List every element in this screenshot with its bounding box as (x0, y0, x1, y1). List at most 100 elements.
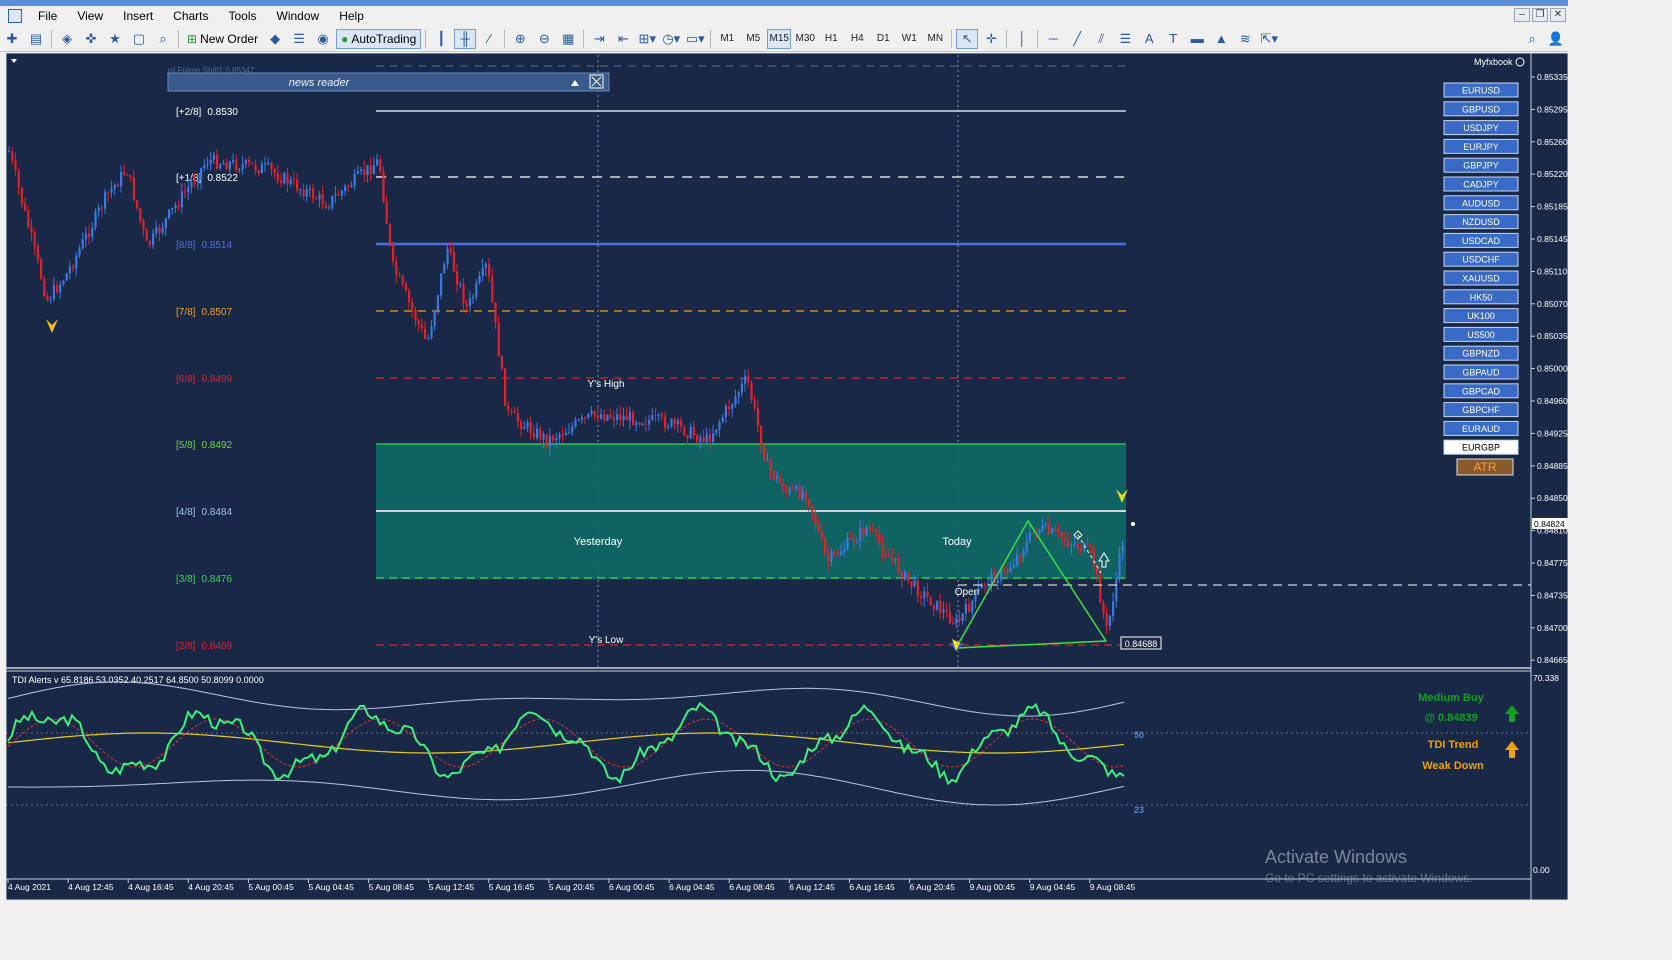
candle-body (811, 505, 814, 514)
candle-body (619, 414, 622, 421)
time-axis-label: 5 Aug 20:45 (549, 882, 595, 892)
candlestick-icon[interactable]: ╫ (454, 28, 477, 49)
vertical-line-icon[interactable]: │ (1011, 29, 1033, 49)
rectangle-icon[interactable]: ▬ (1186, 29, 1208, 49)
candle-body (772, 470, 775, 479)
menu-tools[interactable]: Tools (219, 6, 267, 26)
price-axis-label: 0.85000 (1537, 364, 1568, 374)
market-watch-icon[interactable]: ◈ (56, 29, 78, 49)
candle-body (40, 259, 43, 279)
candle-body (932, 605, 935, 610)
line-chart-icon[interactable]: ∕ (478, 29, 500, 49)
tester-icon[interactable]: ⌕ (152, 29, 174, 49)
menu-insert[interactable]: Insert (113, 6, 163, 26)
candle-body (475, 282, 478, 297)
bar-chart-icon[interactable]: ┃ (430, 29, 452, 49)
tf-m30[interactable]: M30 (793, 29, 817, 49)
candle-body (136, 200, 139, 209)
tf-mn[interactable]: MN (923, 29, 947, 49)
search-icon[interactable]: ⌕ (1521, 29, 1543, 49)
tf-d1[interactable]: D1 (871, 29, 895, 49)
main-toolbar: ✚ ▤ ◈ ✜ ★ ▢ ⌕ ⊞ New Order ◆ ☰ ◉ ● AutoTrad… (0, 26, 1568, 52)
auto-scroll-icon[interactable]: ⇥ (588, 29, 610, 49)
data-window-icon[interactable]: ✜ (80, 29, 102, 49)
tf-h1[interactable]: H1 (819, 29, 843, 49)
candle-body (14, 160, 17, 171)
text-icon[interactable]: A (1138, 29, 1160, 49)
cursor-icon[interactable]: ↖ (956, 28, 979, 49)
trendline-icon[interactable]: ╱ (1066, 29, 1088, 49)
candle-body (1041, 525, 1044, 530)
triangle-icon[interactable]: ▲ (1210, 29, 1232, 49)
signals-icon[interactable]: ☰ (288, 29, 310, 49)
candle-body (718, 422, 721, 430)
candle-body (232, 160, 235, 162)
candle-body (171, 208, 174, 210)
equidistant-channel-icon[interactable]: ⫽ (1090, 29, 1112, 49)
candle-body (539, 428, 542, 440)
time-axis-label: 6 Aug 00:45 (609, 882, 655, 892)
indicators-icon[interactable]: ⊞▾ (636, 29, 658, 49)
menu-file[interactable]: File (28, 6, 67, 26)
candle-body (273, 169, 276, 174)
candle-body (865, 527, 868, 536)
tf-m15[interactable]: M15 (767, 28, 792, 49)
candle-body (260, 164, 263, 174)
community-icon[interactable]: 👤 (1545, 29, 1567, 49)
mt4-window: File View Insert Charts Tools Window Hel… (0, 0, 1568, 900)
price-axis-label: 0.85185 (1537, 202, 1568, 212)
horizontal-line-icon[interactable]: ─ (1042, 29, 1064, 49)
autotrading-button[interactable]: ● AutoTrading (336, 28, 422, 49)
chart-shift-icon[interactable]: ⇤ (612, 29, 634, 49)
menu-view[interactable]: View (67, 6, 113, 26)
signal-medium-buy: Medium Buy (1418, 692, 1484, 704)
chart-menu-icon[interactable] (11, 59, 17, 63)
candle-body (120, 171, 123, 187)
candle-body (897, 558, 900, 573)
minimize-icon[interactable]: – (1514, 8, 1530, 22)
candle-body (241, 164, 244, 170)
fibonacci-icon[interactable]: ☰ (1114, 29, 1136, 49)
close-icon[interactable]: ✕ (1550, 8, 1566, 22)
navigator-icon[interactable]: ★ (104, 29, 126, 49)
new-chart-icon[interactable]: ✚ (1, 29, 23, 49)
chart-window[interactable]: [+2/8] 0.8530 [+1/8]0.8522 [8/8] 0.8514 [7/8]… (6, 53, 1568, 900)
tf-m5[interactable]: M5 (741, 29, 765, 49)
arrows-icon[interactable]: ⇱▾ (1258, 29, 1280, 49)
menu-charts[interactable]: Charts (163, 6, 218, 26)
candle-body (305, 189, 308, 197)
profiles-icon[interactable]: ▤ (25, 29, 47, 49)
candle-body (884, 553, 887, 557)
tf-h4[interactable]: H4 (845, 29, 869, 49)
candle-body (529, 421, 532, 433)
news-reader-panel[interactable] (167, 72, 610, 92)
terminal-icon[interactable]: ▢ (128, 29, 150, 49)
price-axis-label: 0.84960 (1537, 396, 1568, 406)
menu-window[interactable]: Window (267, 6, 330, 26)
new-order-button[interactable]: ⊞ New Order (183, 29, 262, 49)
tile-windows-icon[interactable]: ▦ (557, 29, 579, 49)
candle-body (638, 422, 641, 425)
tf-w1[interactable]: W1 (897, 29, 921, 49)
crosshair-icon[interactable]: ✛ (980, 29, 1002, 49)
candle-body (568, 432, 571, 434)
candle-body (632, 412, 635, 426)
templates-icon[interactable]: ▭▾ (684, 29, 706, 49)
zoom-in-icon[interactable]: ⊕ (509, 29, 531, 49)
periods-icon[interactable]: ◷▾ (660, 29, 682, 49)
menu-help[interactable]: Help (329, 6, 374, 26)
zoom-out-icon[interactable]: ⊖ (533, 29, 555, 49)
candle-body (446, 248, 449, 265)
symbol-button-label: HK50 (1470, 292, 1493, 302)
candle-body (824, 538, 827, 554)
chart-canvas[interactable]: [+2/8] 0.8530 [+1/8]0.8522 [8/8] 0.8514 [7/8]… (6, 53, 1568, 900)
fan-icon[interactable]: ≋ (1234, 29, 1256, 49)
murrey-level-name: [6/8] (176, 374, 196, 385)
metaeditor-icon[interactable]: ◆ (264, 29, 286, 49)
tdi-level-23-label: 23 (1134, 805, 1144, 815)
market-icon[interactable]: ◉ (312, 29, 334, 49)
text-label-icon[interactable]: T (1162, 29, 1184, 49)
candle-body (97, 207, 100, 212)
restore-icon[interactable]: ❐ (1532, 8, 1548, 22)
tf-m1[interactable]: M1 (715, 29, 739, 49)
